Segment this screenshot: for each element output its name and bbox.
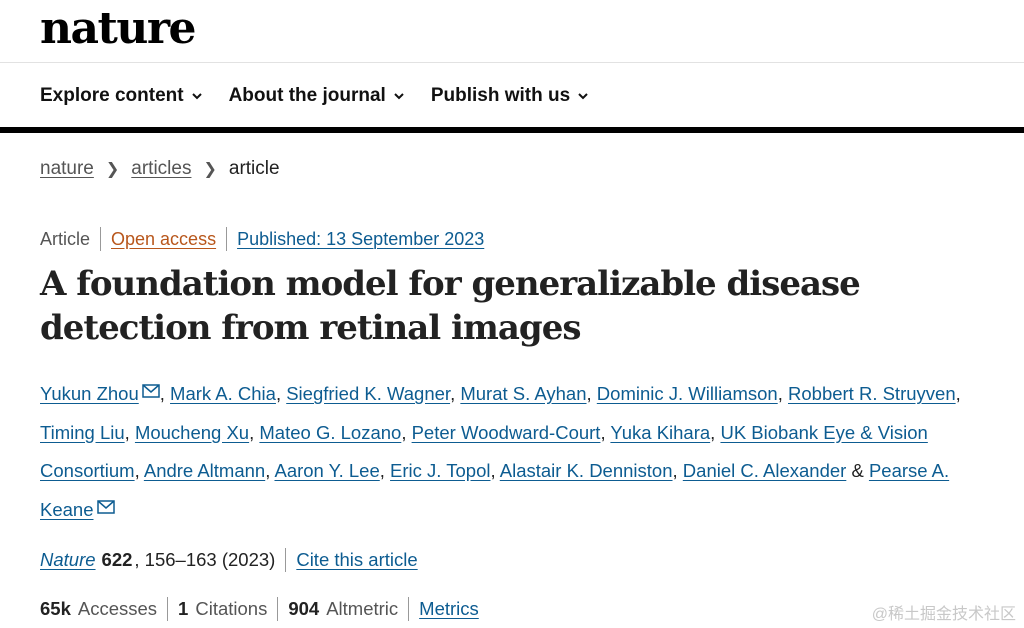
breadcrumb-current: article: [228, 158, 280, 179]
altmetric-label: Altmetric: [326, 598, 399, 619]
site-header: nature: [0, 0, 1024, 63]
nav-label: About the journal: [228, 85, 386, 106]
journal-volume: 622: [101, 549, 133, 570]
author-link[interactable]: Andre Altmann: [144, 460, 265, 481]
author-link[interactable]: Eric J. Topol: [390, 460, 490, 481]
metrics-link[interactable]: Metrics: [419, 598, 479, 620]
author-link[interactable]: Moucheng Xu: [135, 422, 249, 443]
author-link[interactable]: Aaron Y. Lee: [274, 460, 379, 481]
separator: [277, 597, 279, 621]
citations-label: Citations: [195, 598, 268, 619]
article-meta: Article Open access Published: 13 Septem…: [40, 227, 484, 251]
nav-divider: [0, 127, 1024, 133]
watermark: @稀土掘金技术社区: [871, 606, 1016, 623]
author-link[interactable]: Robbert R. Struyven: [788, 383, 956, 404]
metrics-bar: 65k Accesses 1 Citations 904 Altmetric M…: [40, 597, 479, 621]
cite-article-link[interactable]: Cite this article: [296, 549, 417, 571]
author-link[interactable]: Murat S. Ayhan: [460, 383, 586, 404]
author-link[interactable]: Alastair K. Denniston: [500, 460, 673, 481]
main-nav: Explore content About the journal Publis…: [40, 78, 588, 114]
separator: [226, 227, 228, 251]
open-access-link[interactable]: Open access: [111, 229, 216, 250]
breadcrumb-nature[interactable]: nature: [40, 158, 94, 180]
journal-link[interactable]: Nature: [40, 549, 96, 571]
author-list: Yukun Zhou, Mark A. Chia, Siegfried K. W…: [40, 383, 961, 520]
separator: [167, 597, 169, 621]
separator: [100, 227, 102, 251]
nav-label: Publish with us: [430, 85, 571, 106]
chevron-down-icon: [578, 93, 588, 100]
nature-logo[interactable]: nature: [40, 0, 197, 58]
chevron-right-icon: ❯: [203, 161, 217, 178]
altmetric-count: 904: [288, 598, 320, 619]
accesses-label: Accesses: [77, 598, 158, 619]
author-link[interactable]: Daniel C. Alexander: [683, 460, 847, 481]
nav-explore-content[interactable]: Explore content: [40, 85, 202, 107]
author-joiner: &: [851, 460, 864, 481]
citations-count: 1: [178, 598, 189, 619]
author-link[interactable]: Peter Woodward-Court: [412, 422, 601, 443]
separator: [285, 548, 287, 572]
author-link[interactable]: Siegfried K. Wagner: [286, 383, 450, 404]
nav-about-journal[interactable]: About the journal: [229, 85, 404, 107]
envelope-icon[interactable]: [96, 499, 115, 514]
chevron-right-icon: ❯: [105, 161, 120, 178]
article-title: A foundation model for generalizable dis…: [40, 264, 861, 348]
accesses-count: 65k: [40, 598, 71, 619]
citation-line: Nature 622 , 156–163 (2023) Cite this ar…: [40, 548, 418, 572]
envelope-icon[interactable]: [142, 384, 160, 398]
breadcrumb: nature ❯ articles ❯ article: [40, 158, 280, 180]
nav-label: Explore content: [40, 85, 184, 106]
journal-pages: , 156–163 (2023): [134, 549, 276, 570]
author-link[interactable]: Timing Liu: [40, 422, 125, 443]
chevron-down-icon: [394, 93, 404, 100]
nav-publish-with-us[interactable]: Publish with us: [431, 85, 588, 107]
article-type: Article: [40, 228, 91, 249]
chevron-down-icon: [191, 93, 202, 100]
separator: [408, 597, 410, 621]
author-link[interactable]: Yuka Kihara: [610, 422, 710, 443]
author-link[interactable]: Mark A. Chia: [170, 383, 276, 404]
breadcrumb-articles[interactable]: articles: [131, 158, 191, 180]
author-link[interactable]: Mateo G. Lozano: [259, 422, 401, 443]
author-link[interactable]: Yukun Zhou: [40, 383, 139, 404]
author-link[interactable]: Dominic J. Williamson: [597, 383, 778, 404]
published-date-link[interactable]: Published: 13 September 2023: [237, 229, 484, 250]
